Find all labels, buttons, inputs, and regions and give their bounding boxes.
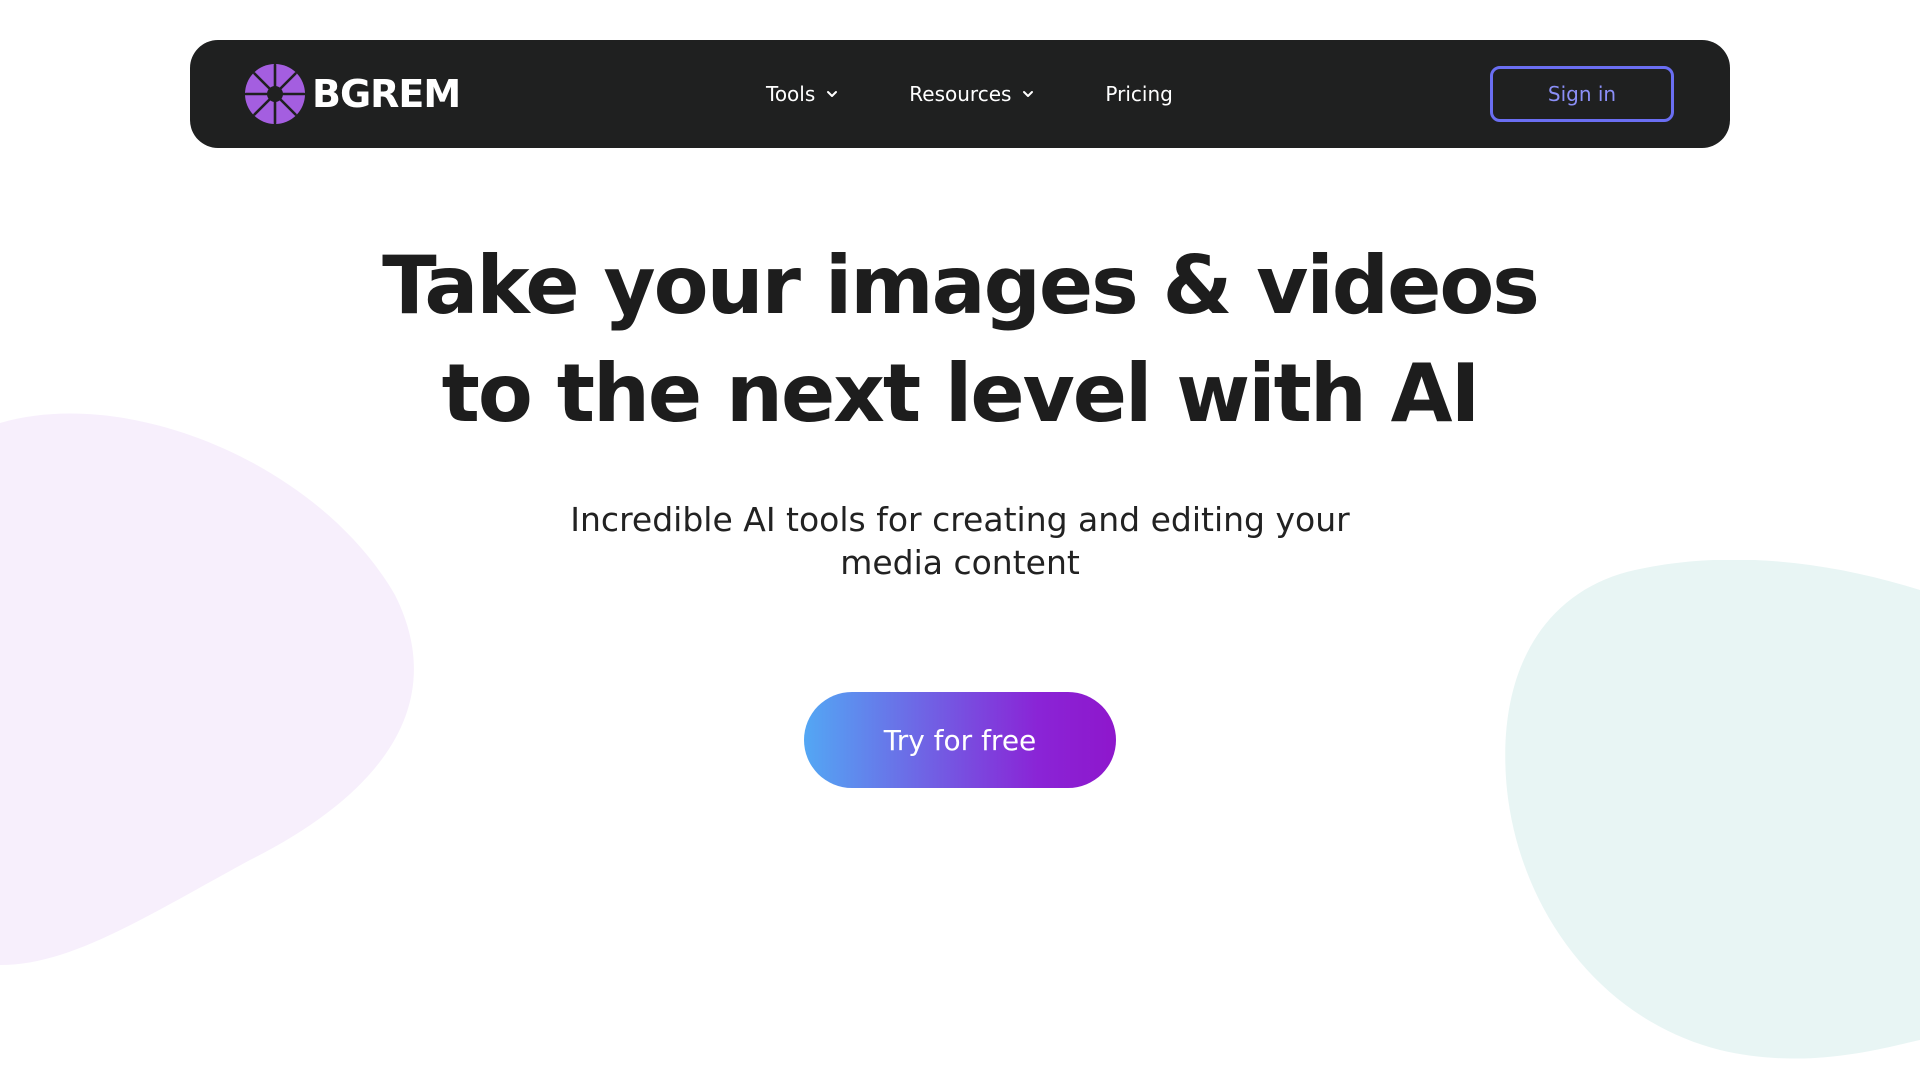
chevron-down-icon	[827, 91, 838, 97]
nav-item-label: Tools	[766, 82, 816, 106]
sign-in-button[interactable]: Sign in	[1490, 66, 1674, 122]
decorative-blob-right	[1505, 560, 1920, 1059]
nav-item-label: Resources	[909, 82, 1012, 106]
hero-subtitle: Incredible AI tools for creating and edi…	[510, 498, 1410, 584]
hero-title-line: Take your images & videos	[382, 239, 1540, 332]
page: BGREM Tools Resources Pricing Sign in Ta…	[0, 0, 1920, 1080]
top-navbar: BGREM Tools Resources Pricing Sign in	[190, 40, 1730, 148]
nav-item-label: Pricing	[1105, 82, 1173, 106]
aperture-icon	[244, 63, 306, 125]
nav-item-resources[interactable]: Resources	[909, 82, 1035, 106]
try-for-free-button[interactable]: Try for free	[804, 692, 1116, 788]
chevron-down-icon	[1023, 91, 1034, 97]
brand-logo[interactable]: BGREM	[244, 62, 461, 126]
hero-title: Take your images & videos to the next le…	[0, 232, 1920, 448]
hero-section: Take your images & videos to the next le…	[0, 232, 1920, 584]
hero-title-line: to the next level with AI	[441, 347, 1481, 440]
nav-item-tools[interactable]: Tools	[766, 82, 839, 106]
hero-subtitle-line: media content	[840, 543, 1080, 582]
nav-item-pricing[interactable]: Pricing	[1105, 82, 1172, 106]
nav-links: Tools Resources Pricing	[766, 40, 1173, 148]
logo-text: BGREM	[312, 72, 461, 116]
hero-subtitle-line: Incredible AI tools for creating and edi…	[570, 500, 1350, 539]
